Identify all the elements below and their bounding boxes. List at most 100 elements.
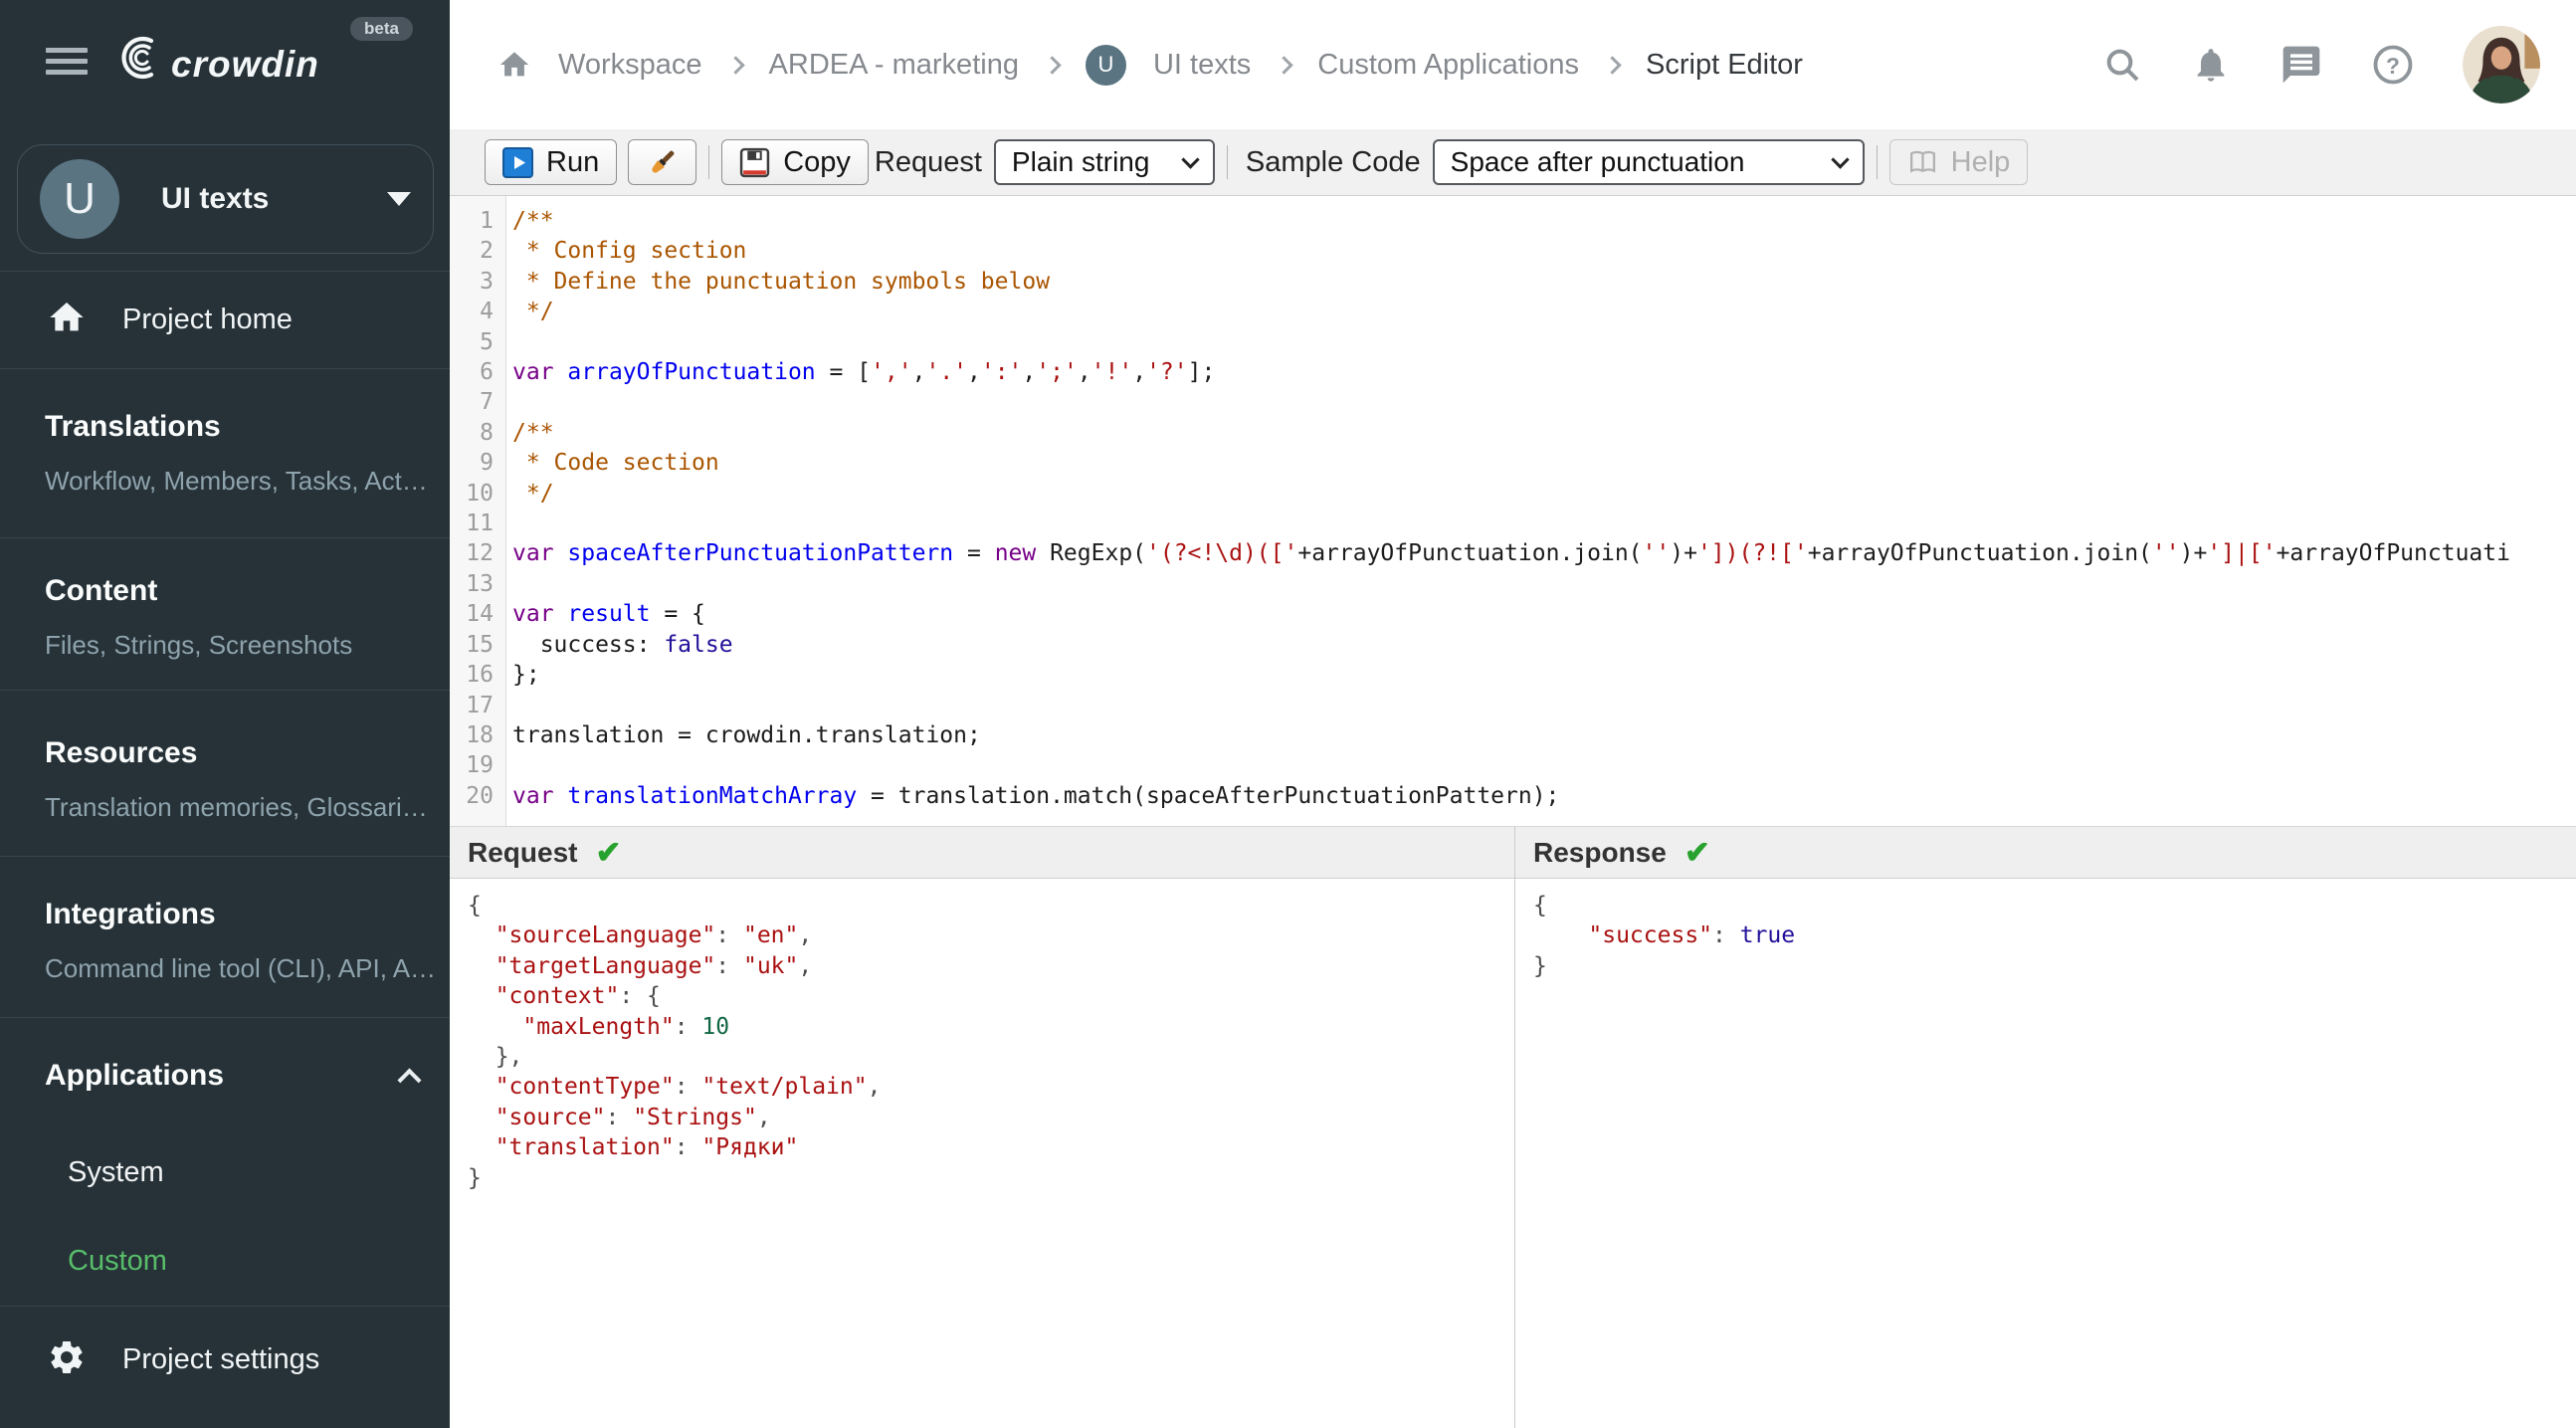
line-number: 10: [466, 480, 494, 507]
request-select-label: Request: [874, 145, 982, 178]
svg-text:?: ?: [2386, 53, 2400, 79]
line-number: 18: [466, 721, 494, 748]
line-number: 17: [466, 692, 494, 718]
chevron-right-icon: [725, 55, 745, 75]
messages-chat-icon[interactable]: [2279, 43, 2323, 87]
save-floppy-icon: [740, 147, 770, 177]
topbar-icons: ?: [2102, 26, 2540, 103]
toolbar-separator: [708, 145, 710, 179]
sidebar-item-integrations[interactable]: Integrations Command line tool (CLI), AP…: [0, 857, 450, 1018]
sidebar-section-applications: Applications System Custom: [0, 1018, 450, 1307]
request-type-select[interactable]: Plain string: [993, 139, 1215, 185]
crowdin-script-editor-app: crowdin beta U UI texts Project home Tra…: [0, 0, 2576, 1428]
search-icon[interactable]: [2102, 45, 2142, 85]
sidebar: crowdin beta U UI texts Project home Tra…: [0, 0, 450, 1428]
code-line: 8/**: [450, 418, 2576, 448]
help-button-label: Help: [1950, 145, 2011, 178]
gear-icon: [47, 1337, 87, 1382]
response-panel-header: Response ✔: [1515, 827, 2576, 879]
code-line: "translation": "Рядки": [495, 1134, 799, 1161]
line-number: 5: [480, 328, 494, 355]
sidebar-item-applications-custom[interactable]: Custom: [68, 1245, 450, 1278]
request-response-panels: Request ✔ { "sourceLanguage": "en", "tar…: [450, 826, 2576, 1428]
sample-code-select-label: Sample Code: [1245, 145, 1421, 178]
hamburger-menu-icon[interactable]: [46, 48, 88, 75]
breadcrumb-item-workspace[interactable]: Workspace: [558, 49, 702, 82]
code-line: "contentType": "text/plain",: [495, 1074, 882, 1101]
line-number: 20: [466, 782, 494, 809]
code-line: {: [468, 893, 482, 918]
format-brush-button[interactable]: [628, 139, 697, 185]
book-icon: [1909, 150, 1935, 173]
chevron-down-icon: [387, 192, 411, 206]
breadcrumb-home-icon[interactable]: [497, 48, 531, 82]
sidebar-item-resources[interactable]: Resources Translation memories, Glossari…: [0, 691, 450, 857]
line-number: 2: [480, 238, 494, 265]
line-number: 19: [466, 752, 494, 779]
script-code: 1/** 2 * Config section 3 * Define the pun…: [450, 196, 2576, 811]
code-line: 5: [450, 327, 2576, 357]
section-title: Content: [45, 574, 158, 607]
line-number: 15: [466, 631, 494, 658]
run-button[interactable]: Run: [485, 139, 618, 185]
chevron-right-icon: [1275, 55, 1293, 75]
breadcrumb-item-ui-texts[interactable]: UI texts: [1153, 49, 1251, 82]
sidebar-item-applications-system[interactable]: System: [68, 1156, 450, 1189]
line-number: 16: [466, 662, 494, 689]
section-title: Resources: [45, 736, 198, 769]
help-icon[interactable]: ?: [2372, 44, 2414, 86]
code-line: 6 var arrayOfPunctuation = [',','.',':','…: [450, 357, 2576, 387]
home-icon: [47, 298, 87, 342]
crowdin-logo-text: crowdin: [171, 44, 319, 85]
code-line: 14 var result = {: [450, 599, 2576, 629]
line-number: 13: [466, 570, 494, 597]
brush-icon: [652, 150, 675, 173]
code-line: 19: [450, 750, 2576, 780]
breadcrumb-item-project-group[interactable]: ARDEA - marketing: [769, 49, 1019, 82]
copy-button[interactable]: Copy: [721, 139, 869, 185]
code-line: "success": true: [1588, 922, 1796, 949]
script-editor[interactable]: 1/** 2 * Config section 3 * Define the pun…: [450, 196, 2576, 826]
sample-code-value: Space after punctuation: [1450, 146, 1745, 177]
play-icon: [502, 146, 533, 178]
chevron-down-icon: [1830, 149, 1850, 169]
line-number: 12: [466, 540, 494, 567]
sidebar-item-project-home[interactable]: Project home: [0, 271, 450, 369]
line-number: 3: [480, 268, 494, 295]
notifications-bell-icon[interactable]: [2191, 45, 2231, 85]
request-panel: Request ✔ { "sourceLanguage": "en", "tar…: [450, 827, 1515, 1428]
user-avatar[interactable]: [2463, 26, 2540, 103]
topbar: Workspace ARDEA - marketing U UI texts C…: [450, 0, 2576, 129]
code-line: 7: [450, 387, 2576, 417]
code-line: }: [1533, 952, 1547, 979]
sidebar-item-applications[interactable]: Applications: [45, 1059, 450, 1093]
sidebar-item-project-settings[interactable]: Project settings: [0, 1307, 450, 1412]
request-status-check-icon: ✔: [595, 834, 622, 870]
project-switcher[interactable]: U UI texts: [17, 144, 434, 254]
section-title: Translations: [45, 410, 221, 443]
sample-code-select[interactable]: Space after punctuation: [1432, 139, 1865, 185]
section-title: Integrations: [45, 898, 216, 930]
breadcrumb-project-avatar: U: [1085, 44, 1126, 86]
breadcrumb: Workspace ARDEA - marketing U UI texts C…: [497, 44, 1803, 86]
section-title: Applications: [45, 1059, 225, 1092]
chevron-down-icon: [1181, 149, 1200, 169]
response-json-view: { "success": true}: [1515, 879, 2576, 1428]
line-number: 9: [480, 450, 494, 477]
code-line: "context": {: [495, 983, 661, 1010]
help-button[interactable]: Help: [1888, 139, 2029, 185]
request-panel-header: Request ✔: [450, 827, 1514, 879]
breadcrumb-item-custom-applications[interactable]: Custom Applications: [1317, 49, 1579, 82]
request-json-editor[interactable]: { "sourceLanguage": "en", "targetLanguag…: [450, 879, 1514, 1428]
section-subtitle: Workflow, Members, Tasks, Act…: [45, 466, 428, 496]
run-button-label: Run: [546, 145, 600, 178]
sidebar-item-translations[interactable]: Translations Workflow, Members, Tasks, A…: [0, 369, 450, 538]
sidebar-item-label: Project settings: [122, 1342, 320, 1375]
code-line: "maxLength": 10: [522, 1013, 730, 1040]
project-name: UI texts: [161, 182, 270, 215]
crowdin-logo[interactable]: crowdin: [111, 36, 319, 85]
code-line: }: [468, 1164, 482, 1191]
chevron-up-icon: [397, 1067, 422, 1093]
code-line: 3 * Define the punctuation symbols below: [450, 267, 2576, 297]
sidebar-item-content[interactable]: Content Files, Strings, Screenshots: [0, 538, 450, 691]
